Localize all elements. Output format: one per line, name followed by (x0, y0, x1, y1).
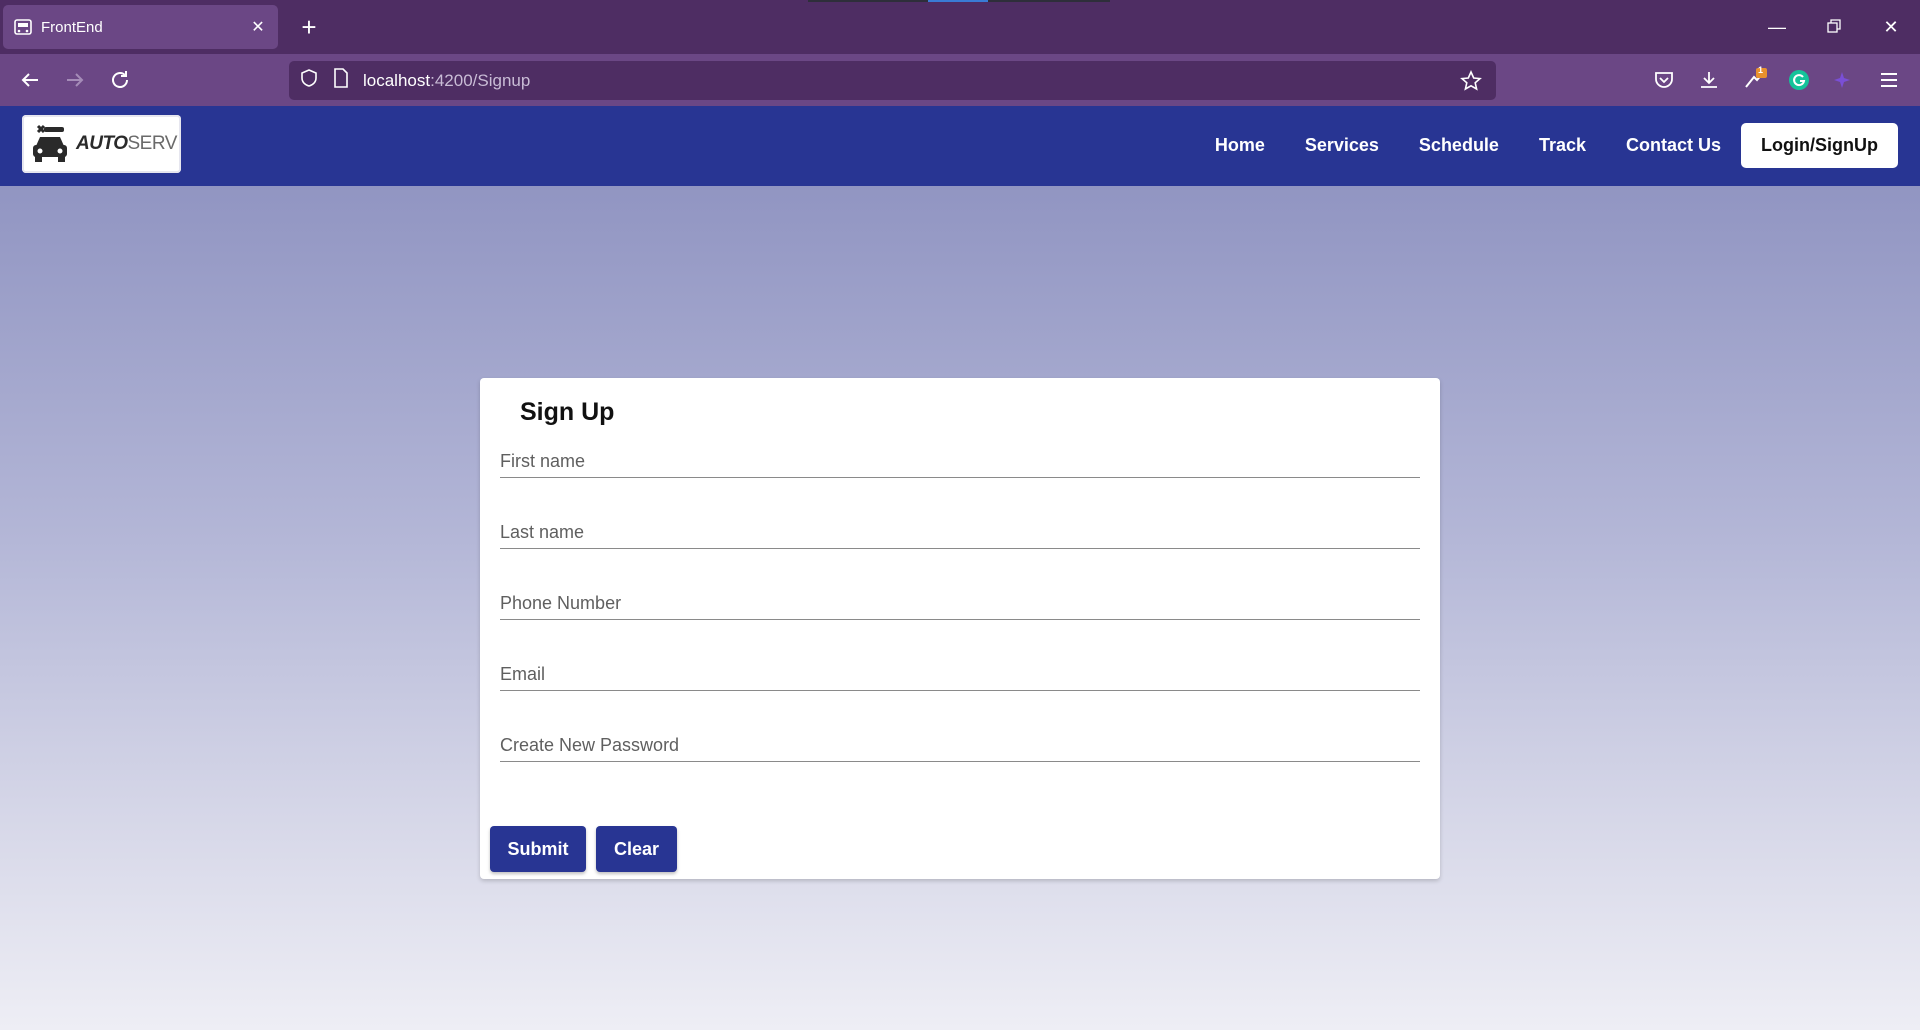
nav-home[interactable]: Home (1215, 135, 1265, 156)
signup-card: Sign Up Submit Clear (480, 378, 1440, 879)
pocket-icon[interactable] (1648, 64, 1680, 96)
first-name-input[interactable] (500, 438, 1420, 477)
browser-toolbar: localhost:4200/Signup 1 (0, 54, 1920, 106)
reload-icon[interactable] (104, 64, 136, 96)
phone-number-field (500, 580, 1420, 620)
logo-bold-text: AUTO (76, 133, 128, 154)
downloads-icon[interactable] (1693, 64, 1725, 96)
menu-icon[interactable] (1873, 64, 1905, 96)
autoserv-logo[interactable]: AUTOSERV (22, 115, 181, 173)
restore-icon[interactable] (1816, 12, 1852, 42)
nav-services[interactable]: Services (1305, 135, 1379, 156)
email-input[interactable] (500, 651, 1420, 690)
main-nav: Home Services Schedule Track Contact Us … (1175, 123, 1898, 168)
nav-track[interactable]: Track (1539, 135, 1586, 156)
password-input[interactable] (500, 722, 1420, 761)
bookmark-star-icon[interactable] (1460, 70, 1482, 97)
browser-tab[interactable]: FrontEnd ✕ (3, 5, 278, 49)
forward-icon[interactable] (59, 64, 91, 96)
extension-badge: 1 (1758, 65, 1764, 75)
car-favicon-icon (13, 17, 33, 37)
address-bar[interactable]: localhost:4200/Signup (289, 61, 1496, 100)
close-tab-icon[interactable]: ✕ (248, 17, 268, 37)
first-name-field (500, 438, 1420, 478)
car-logo-icon (30, 120, 70, 169)
browser-tab-bar: FrontEnd ✕ + — ✕ (0, 0, 1920, 54)
url-host: localhost (363, 70, 431, 90)
last-name-field (500, 509, 1420, 549)
login-signup-button[interactable]: Login/SignUp (1741, 123, 1898, 168)
page-content: Sign Up Submit Clear (0, 186, 1920, 1030)
logo-light-text: SERV (127, 133, 177, 154)
phone-number-input[interactable] (500, 580, 1420, 619)
grammarly-icon[interactable] (1783, 64, 1815, 96)
site-header: AUTOSERV Home Services Schedule Track Co… (0, 106, 1920, 186)
password-field (500, 722, 1420, 762)
signup-title: Sign Up (520, 398, 615, 426)
submit-button[interactable]: Submit (490, 826, 586, 872)
logo-text: AUTOSERV (76, 133, 177, 155)
new-tab-button[interactable]: + (294, 12, 324, 42)
clear-button[interactable]: Clear (596, 826, 677, 872)
url-path: :4200/Signup (430, 70, 531, 90)
nav-schedule[interactable]: Schedule (1419, 135, 1499, 156)
loading-indicator (808, 0, 1110, 2)
back-icon[interactable] (14, 64, 46, 96)
nav-contact-us[interactable]: Contact Us (1626, 135, 1721, 156)
close-window-icon[interactable]: ✕ (1873, 12, 1909, 42)
extension-icon[interactable]: 1 (1739, 64, 1771, 96)
url-text: localhost:4200/Signup (363, 71, 530, 91)
last-name-input[interactable] (500, 509, 1420, 548)
shield-icon[interactable] (299, 68, 319, 93)
tab-title: FrontEnd (41, 18, 103, 36)
purple-extension-icon[interactable] (1826, 64, 1858, 96)
minimize-icon[interactable]: — (1759, 12, 1795, 42)
page-icon (333, 68, 349, 93)
email-field (500, 651, 1420, 691)
